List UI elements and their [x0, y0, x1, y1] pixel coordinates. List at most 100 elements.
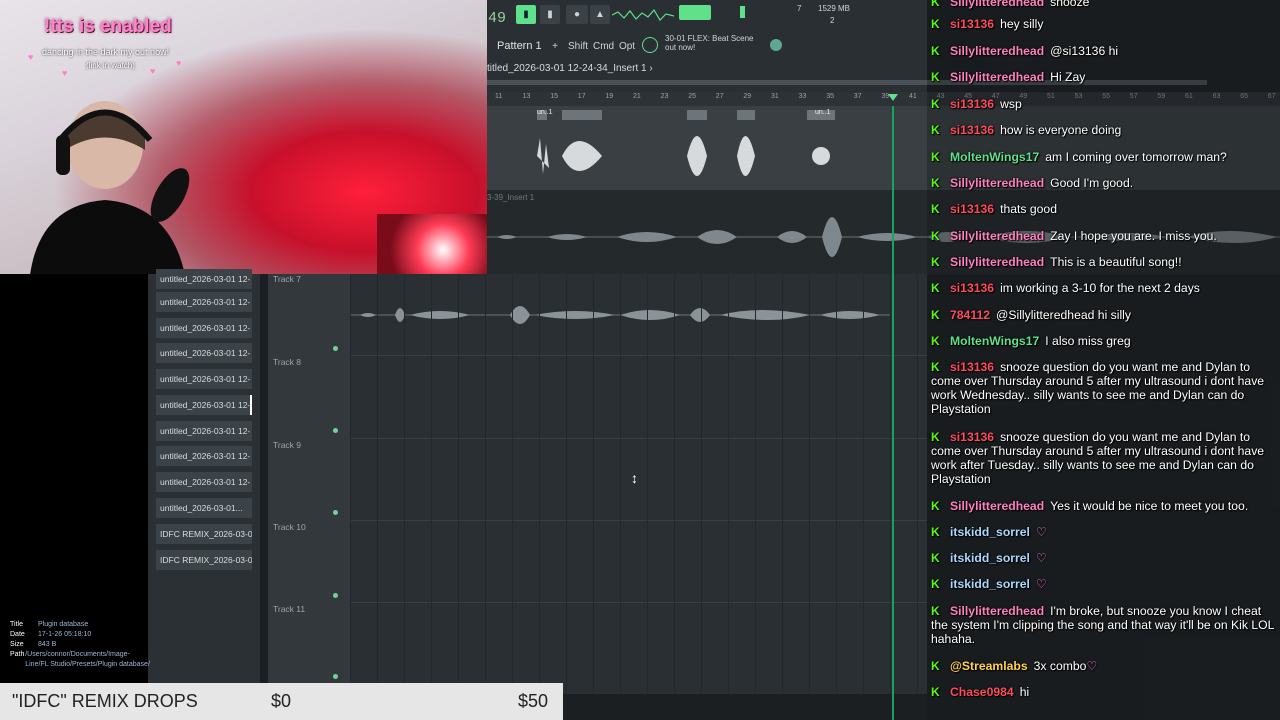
chat-username[interactable]: itskidd_sorrel: [950, 525, 1030, 539]
playhead-line[interactable]: [892, 106, 894, 720]
metronome-button[interactable]: ▲: [590, 5, 610, 24]
kick-badge-icon: K: [931, 176, 940, 190]
browser-item[interactable]: IDFC REMIX_2026-03-01...: [156, 550, 252, 570]
track-label[interactable]: Track 10: [273, 522, 306, 532]
browser-item[interactable]: untitled_2026-03-01 12-: [156, 292, 252, 312]
track-mute-indicator[interactable]: [333, 510, 338, 515]
chat-username[interactable]: si13136: [950, 360, 994, 374]
polyphony-readout: 7: [797, 4, 802, 13]
clip-label[interactable]: un..1: [537, 109, 553, 116]
track-mute-indicator[interactable]: [333, 674, 338, 679]
track-mute-indicator[interactable]: [333, 428, 338, 433]
chat-username[interactable]: si13136: [950, 281, 994, 295]
kick-badge-icon: K: [931, 97, 940, 111]
track-label[interactable]: Track 11: [273, 604, 305, 614]
track-label[interactable]: Track 9: [273, 440, 301, 450]
track-label[interactable]: Track 8: [273, 357, 301, 367]
chat-message: K Sillylitteredhead snooze: [931, 0, 1276, 9]
clip-label[interactable]: un..1: [815, 109, 831, 116]
chat-username[interactable]: Sillylitteredhead: [950, 604, 1044, 618]
chat-message: K Sillylitteredhead Good I'm good.: [931, 176, 1276, 190]
kick-badge-icon: K: [931, 659, 940, 673]
now-playing-subtext: (link in watch): [86, 61, 135, 70]
chat-username[interactable]: MoltenWings17: [950, 150, 1039, 164]
kick-badge-icon: K: [931, 123, 940, 137]
chat-message: Ksi13136 how is everyone doing: [931, 123, 1276, 137]
ruler-tick: 13: [522, 93, 531, 100]
record-button[interactable]: ●: [566, 5, 588, 24]
chat-message: K Sillylitteredhead I'm broke, but snooze …: [931, 604, 1276, 646]
kick-badge-icon: K: [931, 499, 940, 513]
heart-icon: ♥: [28, 52, 34, 62]
pattern-mode-button[interactable]: ▮: [516, 5, 536, 24]
chat-username[interactable]: si13136: [950, 17, 994, 31]
browser-item[interactable]: untitled_2026-03-01 12-: [156, 446, 252, 466]
chat-message: K Sillylitteredhead Zay I hope you are. I …: [931, 229, 1276, 243]
file-browser[interactable]: untitled_2026-03-01 12- untitled_2026-03…: [148, 269, 260, 720]
news-icon[interactable]: [642, 37, 658, 53]
chat-text: This is a beautiful song!!: [1050, 255, 1182, 269]
chat-text: @si13136 hi: [1050, 44, 1119, 58]
ruler-tick: 17: [577, 93, 586, 100]
track-label[interactable]: Track 7: [273, 274, 301, 284]
playhead-marker-icon[interactable]: [888, 94, 898, 101]
chat-text: how is everyone doing: [1000, 123, 1122, 137]
cmd-key-button[interactable]: Cmd: [593, 37, 614, 56]
browser-item[interactable]: untitled_2026-03-01 12-: [156, 318, 252, 338]
opt-key-button[interactable]: Opt: [618, 37, 636, 56]
chat-message: Ksi13136 snooze question do you want me a…: [931, 430, 1276, 486]
browser-item[interactable]: untitled_2026-03-01 12-: [156, 472, 252, 492]
track-mute-indicator[interactable]: [333, 593, 338, 598]
chat-username[interactable]: Sillylitteredhead: [950, 44, 1044, 58]
chat-username[interactable]: 784112: [950, 308, 990, 322]
browser-item[interactable]: untitled_2026-03-01 12-: [156, 343, 252, 363]
chat-username[interactable]: itskidd_sorrel: [950, 577, 1030, 591]
chat-username[interactable]: Sillylitteredhead: [950, 0, 1044, 9]
track-mute-indicator[interactable]: [333, 346, 338, 351]
browser-item[interactable]: untitled_2026-03-01 12-: [156, 369, 252, 389]
chat-message: Ksi13136 thats good: [931, 202, 1276, 216]
add-pattern-button[interactable]: +: [548, 37, 562, 56]
chat-username[interactable]: Chase0984: [950, 685, 1014, 699]
chat-text: snooze: [1050, 0, 1090, 9]
song-mode-button[interactable]: ▮: [540, 5, 560, 24]
online-icon[interactable]: [770, 39, 782, 51]
chat-text: @Sillylitteredhead hi silly: [996, 308, 1131, 322]
chat-username[interactable]: Sillylitteredhead: [950, 176, 1044, 190]
browser-item[interactable]: IDFC REMIX_2026-03-01...: [156, 524, 252, 544]
emote-icon: ♡: [1035, 577, 1047, 591]
chat-username[interactable]: si13136: [950, 202, 994, 216]
chat-username[interactable]: si13136: [950, 97, 994, 111]
chat-text: hey silly: [1000, 17, 1044, 31]
chat-message: K @Streamlabs 3x combo ♡: [931, 659, 1276, 673]
chat-username[interactable]: Sillylitteredhead: [950, 255, 1044, 269]
kick-badge-icon: K: [931, 360, 940, 374]
tempo-display[interactable]: 49: [488, 10, 506, 27]
chat-message: K Sillylitteredhead @si13136 hi: [931, 44, 1276, 58]
heart-icon: ♥: [62, 68, 68, 78]
browser-item[interactable]: untitled_2026-03-01...: [156, 498, 252, 518]
chat-username[interactable]: itskidd_sorrel: [950, 551, 1030, 565]
chat-username[interactable]: Sillylitteredhead: [950, 229, 1044, 243]
browser-item-selected[interactable]: untitled_2026-03-01 12-: [156, 395, 252, 415]
browser-item[interactable]: untitled_2026-03-01 12-: [156, 269, 252, 289]
chat-message: Ksi13136 im working a 3-10 for the next 2…: [931, 281, 1276, 295]
playlist-grid[interactable]: [350, 274, 927, 694]
chat-username[interactable]: MoltenWings17: [950, 334, 1039, 348]
chat-username[interactable]: @Streamlabs: [950, 659, 1028, 673]
pattern-selector[interactable]: Pattern 1: [497, 37, 545, 56]
news-ticker[interactable]: 30-01 FLEX: Beat Scene out now!: [665, 34, 754, 52]
chat-username[interactable]: si13136: [950, 430, 994, 444]
chat-username[interactable]: si13136: [950, 123, 994, 137]
chat-username[interactable]: Sillylitteredhead: [950, 499, 1044, 513]
chat-message: Kitskidd_sorrel ♡: [931, 577, 1276, 591]
shift-key-button[interactable]: Shift: [568, 37, 588, 56]
chat-username[interactable]: Sillylitteredhead: [950, 70, 1044, 84]
kick-badge-icon: K: [931, 308, 940, 322]
streamer-image: [30, 101, 190, 274]
playlist-title[interactable]: titled_2026-03-01 12-24-34_Insert 1 ›: [487, 63, 653, 74]
track-headers: Track 7 Track 8 Track 9 Track 10 Track 1…: [268, 274, 350, 694]
browser-item[interactable]: untitled_2026-03-01 12-: [156, 421, 252, 441]
kick-badge-icon: K: [931, 525, 940, 539]
chat-text: 3x combo: [1033, 659, 1087, 673]
